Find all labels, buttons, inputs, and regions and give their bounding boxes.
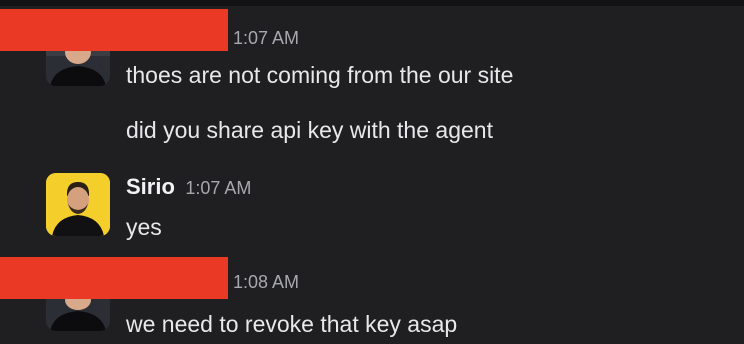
sender-name[interactable]: Sirio: [126, 174, 175, 199]
message-text: thoes are not coming from the our site: [126, 62, 514, 88]
message-list: 1:07 AM thoes are not coming from the ou…: [0, 0, 744, 344]
avatar[interactable]: [46, 297, 110, 331]
message-group-2: Sirio 1:07 AM yes: [0, 160, 744, 250]
message-header: Sirio 1:07 AM: [126, 174, 251, 200]
message-group-1: 1:07 AM thoes are not coming from the ou…: [0, 0, 744, 160]
redacted-sender-name: [0, 257, 228, 299]
redacted-sender-name: [0, 9, 228, 51]
message-text: yes: [126, 214, 162, 240]
timestamp[interactable]: 1:07 AM: [185, 178, 251, 198]
avatar[interactable]: [46, 173, 110, 236]
timestamp[interactable]: 1:07 AM: [233, 28, 299, 49]
message-group-3: 1:08 AM we need to revoke that key asap: [0, 250, 744, 344]
message-text: we need to revoke that key asap: [126, 311, 458, 337]
message-text: did you share api key with the agent: [126, 117, 493, 143]
timestamp[interactable]: 1:08 AM: [233, 272, 299, 293]
